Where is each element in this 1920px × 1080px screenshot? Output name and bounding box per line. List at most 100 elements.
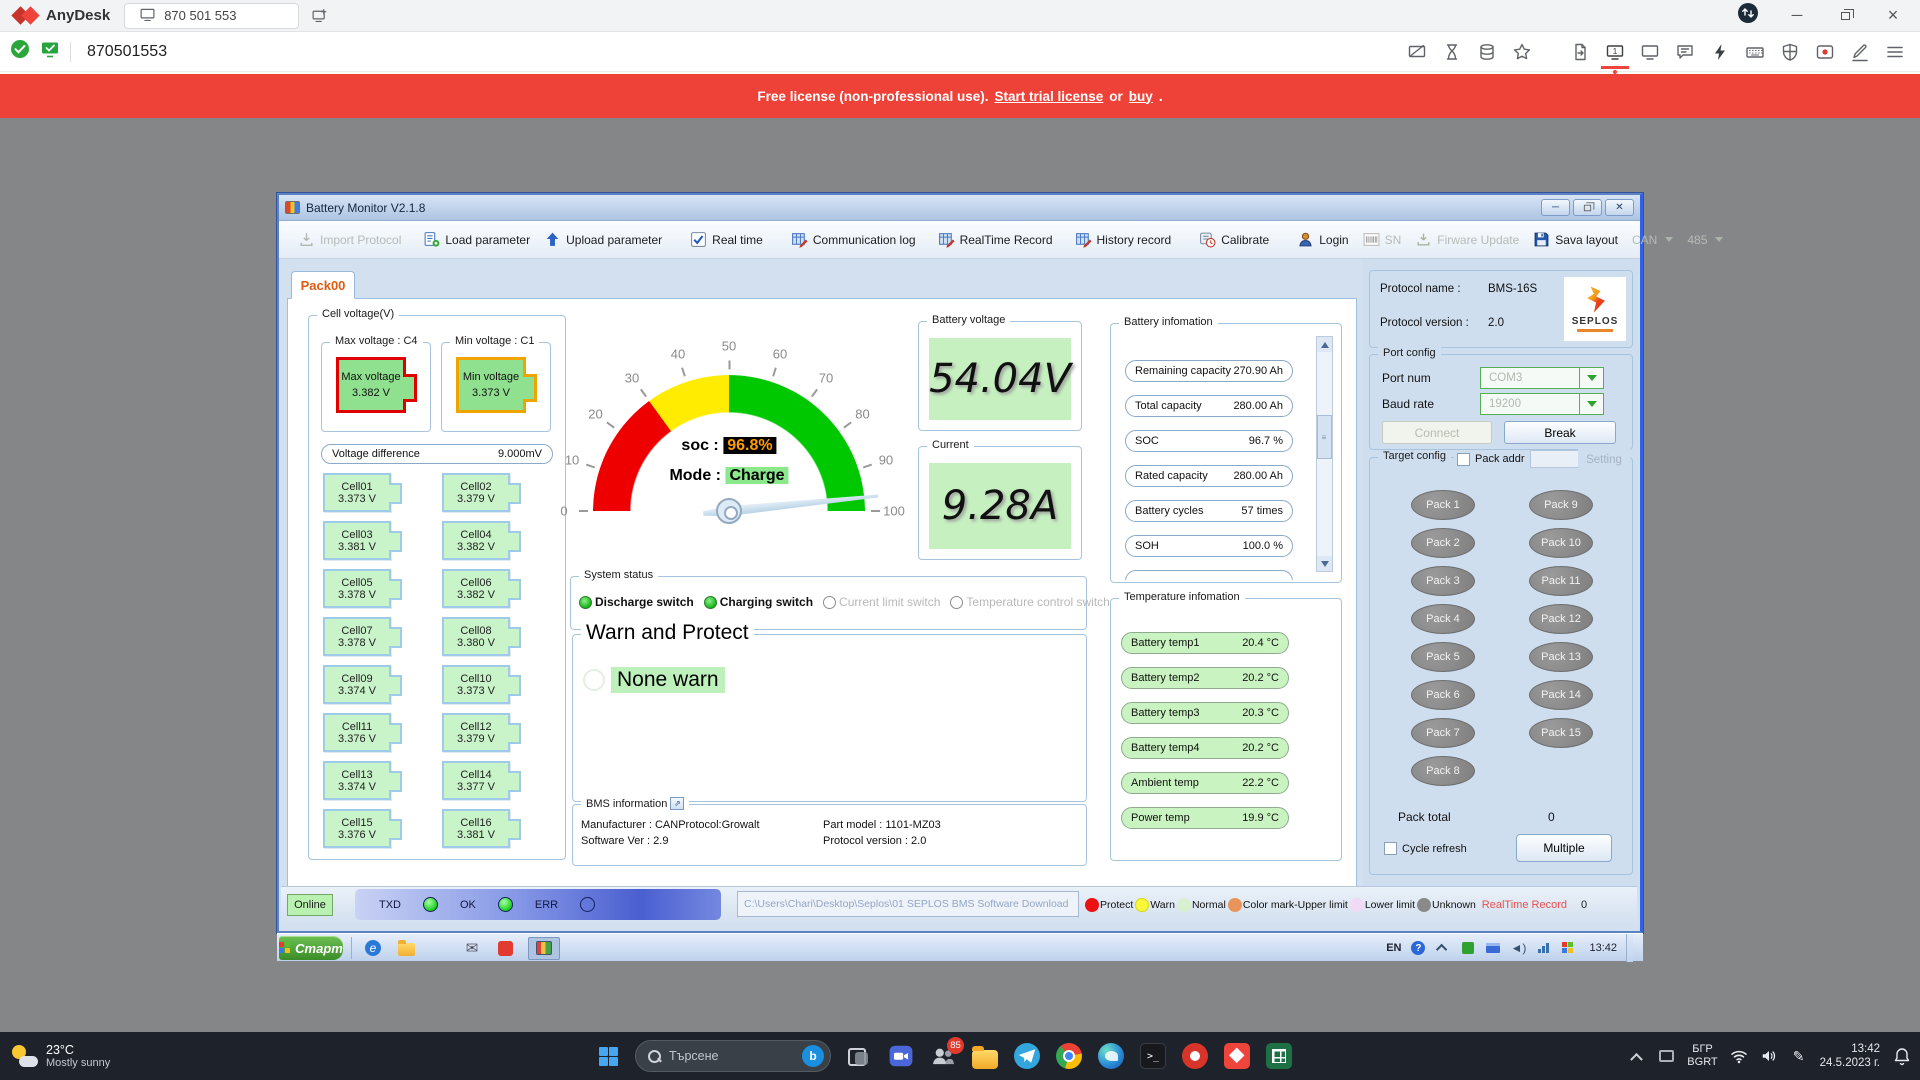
minimize-button[interactable]: ─ — [1786, 7, 1808, 24]
toolbar-login[interactable]: Login — [1290, 228, 1355, 251]
break-button[interactable]: Break — [1504, 421, 1616, 444]
permissions-icon[interactable] — [1779, 41, 1801, 63]
volume-icon[interactable] — [1760, 1047, 1778, 1065]
chat-icon[interactable] — [1674, 41, 1696, 63]
pack-button-pack-14[interactable]: Pack 14 — [1529, 680, 1593, 710]
pack-button-pack-7[interactable]: Pack 7 — [1411, 718, 1475, 748]
pack-button-pack-12[interactable]: Pack 12 — [1529, 604, 1593, 634]
notification-bell-icon[interactable] — [1892, 1046, 1912, 1066]
star-icon[interactable] — [1511, 41, 1533, 63]
window-minimize-button[interactable]: ─ — [1541, 199, 1570, 216]
remote-start-button[interactable]: Старт — [279, 936, 343, 960]
pack-button-pack-5[interactable]: Pack 5 — [1411, 642, 1475, 672]
close-button[interactable]: × — [1882, 5, 1904, 26]
window-titlebar[interactable]: Battery Monitor V2.1.8 ─ ✕ — [279, 195, 1640, 221]
spreadsheet-app-icon[interactable] — [1266, 1043, 1292, 1069]
maximize-button[interactable] — [1834, 7, 1856, 24]
chevron-down-icon[interactable] — [1579, 394, 1603, 414]
people-icon[interactable]: 85 — [930, 1043, 956, 1069]
file-explorer-icon[interactable] — [972, 1050, 998, 1069]
task-view-icon[interactable] — [846, 1043, 872, 1069]
monitor-off-icon[interactable] — [1406, 41, 1428, 63]
scroll-down-icon[interactable] — [1317, 556, 1332, 571]
mail-icon[interactable]: ✉ — [462, 938, 482, 958]
session-status-icon[interactable] — [1736, 1, 1760, 30]
pack-button-pack-15[interactable]: Pack 15 — [1529, 718, 1593, 748]
toolbar-sava-layout[interactable]: Sava layout — [1526, 228, 1625, 251]
pack-button-pack-10[interactable]: Pack 10 — [1529, 528, 1593, 558]
toolbar-communication-log[interactable]: Communication log — [784, 228, 923, 251]
media-app-icon[interactable] — [1182, 1043, 1208, 1069]
session-tab[interactable]: 870 501 553 — [124, 3, 299, 29]
pack-button-pack-9[interactable]: Pack 9 — [1529, 490, 1593, 520]
vol-tray-icon[interactable]: ◄) — [1510, 940, 1526, 956]
window-restore-button[interactable] — [1573, 199, 1602, 216]
whiteboard-icon[interactable] — [1849, 41, 1871, 63]
record-icon[interactable] — [1814, 41, 1836, 63]
keyboard-icon[interactable] — [1744, 41, 1766, 63]
clock[interactable]: 13:4224.5.2023 г. — [1820, 1042, 1880, 1070]
expand-icon[interactable]: ⇗ — [670, 797, 684, 810]
tray-app-icon[interactable] — [1657, 1047, 1675, 1065]
pack-button-pack-11[interactable]: Pack 11 — [1529, 566, 1593, 596]
search-input[interactable] — [669, 1049, 794, 1063]
file-transfer-icon[interactable] — [1569, 41, 1591, 63]
wifi-icon[interactable] — [1730, 1047, 1748, 1065]
remote-clock[interactable]: 13:42 — [1589, 942, 1617, 954]
pack-button-pack-8[interactable]: Pack 8 — [1411, 756, 1475, 786]
edge-icon[interactable] — [1098, 1043, 1124, 1069]
terminal-icon[interactable] — [1140, 1043, 1166, 1069]
port-select[interactable]: COM3 — [1480, 367, 1604, 389]
card-tray-icon[interactable] — [1485, 940, 1501, 956]
remote-language[interactable]: EN — [1386, 942, 1401, 954]
setting-button[interactable]: Setting — [1578, 448, 1630, 472]
display-1-icon[interactable]: 1 — [1604, 41, 1626, 63]
toolbar-history-record[interactable]: History record — [1068, 228, 1179, 251]
hidden-icons-chevron[interactable] — [1627, 1047, 1645, 1065]
scrollbar[interactable]: ≡ — [1316, 336, 1333, 572]
toolbar-upload-parameter[interactable]: Upload parameter — [537, 228, 669, 251]
net-tray-icon[interactable] — [1535, 940, 1551, 956]
toolbar-realtime-record[interactable]: RealTime Record — [931, 228, 1060, 251]
baud-select[interactable]: 19200 — [1480, 393, 1604, 415]
tab-pack00[interactable]: Pack00 — [291, 271, 355, 299]
actions-icon[interactable] — [1709, 41, 1731, 63]
folder-icon[interactable] — [396, 938, 416, 958]
teams-icon[interactable] — [888, 1043, 914, 1069]
pack-button-pack-4[interactable]: Pack 4 — [1411, 604, 1475, 634]
firefox-icon[interactable] — [429, 938, 449, 958]
pack-addr-checkbox[interactable] — [1457, 453, 1470, 466]
buy-link[interactable]: buy — [1129, 89, 1153, 104]
pack-button-pack-3[interactable]: Pack 3 — [1411, 566, 1475, 596]
language-switcher[interactable]: БГРBGRT — [1687, 1043, 1717, 1069]
pack-button-pack-1[interactable]: Pack 1 — [1411, 490, 1475, 520]
hourglass-icon[interactable] — [1441, 41, 1463, 63]
chevron-down-icon[interactable] — [1579, 368, 1603, 388]
window-close-button[interactable]: ✕ — [1605, 199, 1634, 216]
ie-icon[interactable]: e — [363, 938, 383, 958]
red-icon[interactable] — [495, 938, 515, 958]
multiple-button[interactable]: Multiple — [1516, 834, 1612, 862]
scroll-up-icon[interactable] — [1317, 337, 1332, 352]
chev-tray-icon[interactable] — [1435, 940, 1451, 956]
help-tray-icon[interactable]: ? — [1410, 940, 1426, 956]
show-desktop-button[interactable] — [1626, 934, 1633, 962]
green-tray-icon[interactable] — [1460, 940, 1476, 956]
connect-button[interactable]: Connect — [1382, 421, 1492, 444]
new-session-icon[interactable] — [311, 7, 328, 24]
scroll-thumb[interactable]: ≡ — [1317, 415, 1332, 459]
pack-button-pack-6[interactable]: Pack 6 — [1411, 680, 1475, 710]
search-box[interactable]: b — [635, 1040, 831, 1072]
anydesk-icon[interactable] — [1224, 1043, 1250, 1069]
toolbar-load-parameter[interactable]: Load parameter — [416, 228, 537, 251]
pack-button-pack-2[interactable]: Pack 2 — [1411, 528, 1475, 558]
chrome-icon[interactable] — [1056, 1043, 1082, 1069]
pen-icon[interactable]: ✎ — [1790, 1047, 1808, 1065]
bms-icon[interactable] — [528, 937, 560, 960]
flag-tray-icon[interactable] — [1560, 940, 1576, 956]
weather-widget[interactable]: 23°C Mostly sunny — [10, 1032, 110, 1080]
cycle-refresh-checkbox[interactable] — [1384, 842, 1397, 855]
toolbar-real-time[interactable]: Real time — [683, 228, 770, 251]
start-trial-link[interactable]: Start trial license — [994, 89, 1103, 104]
telegram-icon[interactable] — [1014, 1043, 1040, 1069]
